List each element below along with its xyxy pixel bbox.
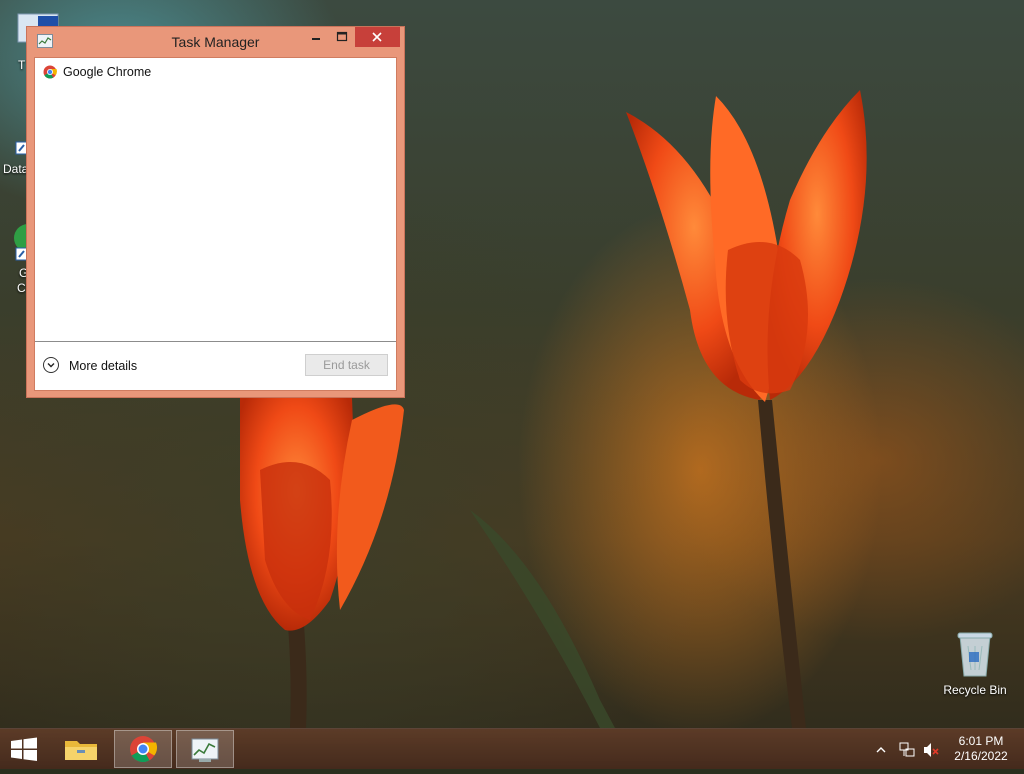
taskbar-file-explorer[interactable] [52,730,110,768]
taskbar-task-manager[interactable] [176,730,234,768]
close-button[interactable] [355,27,400,47]
end-task-button[interactable]: End task [305,354,388,376]
volume-muted-icon[interactable] [924,743,939,757]
title-bar[interactable]: Task Manager [27,27,404,57]
footer-divider [35,341,396,342]
maximize-button[interactable] [329,27,355,47]
more-details-label: More details [69,359,138,373]
process-name: Google Chrome [63,65,152,79]
chrome-icon [130,736,158,763]
close-icon [372,32,382,42]
process-panel: Google Chrome More details End task [34,57,397,391]
desktop-icon-label: Data [3,162,29,176]
minimize-icon [312,38,320,40]
desktop-icon-recycle-bin[interactable]: Recycle Bin [938,630,1012,697]
show-hidden-icons-icon[interactable] [876,747,886,753]
clock-time: 6:01 PM [958,734,1004,748]
windows-logo-icon [11,737,37,761]
desktop-icon-label: T [18,58,26,72]
recycle-bin-label: Recycle Bin [943,683,1007,697]
maximize-icon [336,31,348,42]
chevron-down-icon [43,357,59,373]
system-tray [872,729,942,769]
desktop-icon-label: C [17,281,26,295]
task-manager-icon [191,738,219,762]
start-button[interactable] [0,729,48,769]
taskbar: 6:01 PM 2/16/2022 [0,728,1024,769]
recycle-bin-icon [957,632,993,677]
taskbar-chrome[interactable] [114,730,172,768]
minimize-button[interactable] [303,27,329,47]
task-manager-window[interactable]: Task Manager Google Chrome More details … [26,26,405,398]
clock-date: 2/16/2022 [954,749,1008,763]
network-icon[interactable] [899,742,915,757]
process-row-chrome[interactable]: Google Chrome [35,58,396,84]
file-explorer-icon [65,741,97,760]
taskbar-clock[interactable]: 6:01 PM 2/16/2022 [946,734,1016,764]
chrome-icon [43,65,57,79]
